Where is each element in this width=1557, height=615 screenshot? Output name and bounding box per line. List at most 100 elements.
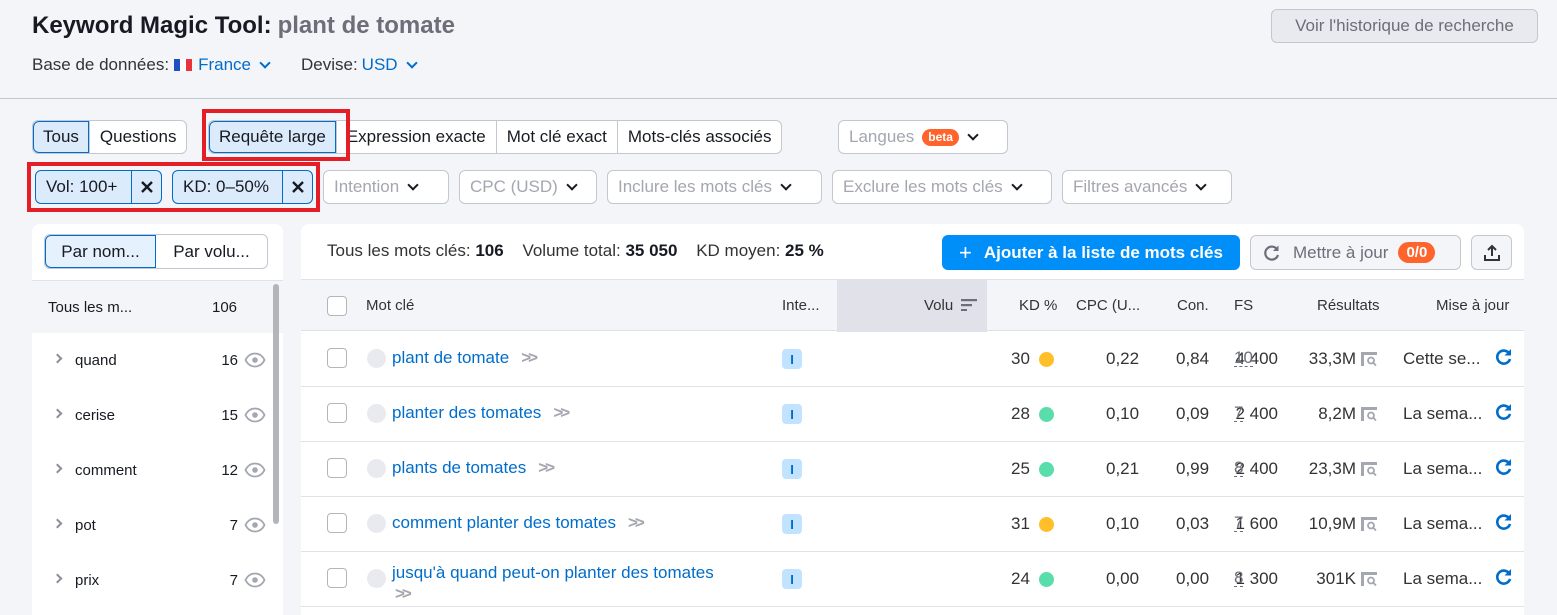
keyword-group-item[interactable]: quand 16 <box>32 333 272 388</box>
chevron-right-icon[interactable] <box>52 573 63 584</box>
last-update-value: La sema... <box>1403 569 1483 588</box>
results-cell: 23,3M <box>1309 459 1378 479</box>
keyword-link[interactable]: comment planter des tomates >> <box>392 513 645 533</box>
row-checkbox[interactable] <box>327 513 347 533</box>
refresh-icon[interactable] <box>1494 567 1514 587</box>
remove-filter-button[interactable] <box>132 171 161 203</box>
group-all-keywords[interactable]: Tous les m... 106 <box>32 281 283 333</box>
keyword-text: comment planter des tomates <box>392 513 616 532</box>
database-select[interactable]: France <box>198 55 271 75</box>
france-flag-icon <box>174 59 193 71</box>
serp-features-count[interactable]: 7 <box>1234 514 1244 532</box>
kd-cell: 25 <box>1011 459 1054 479</box>
dropdown-label: Inclure les mots clés <box>618 177 772 196</box>
keyword-overview-icon[interactable]: >> <box>628 513 645 532</box>
include-keywords-dropdown[interactable]: Inclure les mots clés <box>607 170 822 204</box>
row-checkbox[interactable] <box>327 403 347 423</box>
advanced-filters-dropdown[interactable]: Filtres avancés <box>1062 170 1232 204</box>
serp-features-count[interactable]: 8 <box>1234 459 1244 477</box>
serp-snapshot-icon[interactable] <box>1360 461 1378 477</box>
sort-icon <box>961 299 978 312</box>
update-count-badge: 0/0 <box>1398 242 1436 263</box>
eye-icon[interactable] <box>244 572 266 588</box>
kd-indicator-dot <box>1038 351 1054 367</box>
col-volume[interactable]: Volu <box>924 297 978 314</box>
keyword-overview-icon[interactable]: >> <box>395 584 412 603</box>
sort-by-name-tab[interactable]: Par nom... <box>45 235 156 268</box>
serp-features-count[interactable]: 8 <box>1234 569 1244 587</box>
kd-value: 25 <box>1011 459 1030 478</box>
refresh-icon[interactable] <box>1494 512 1514 532</box>
col-cpc[interactable]: CPC (U... <box>1076 297 1140 314</box>
cpc-dropdown[interactable]: CPC (USD) <box>459 170 597 204</box>
refresh-icon[interactable] <box>1494 402 1514 422</box>
keyword-link[interactable]: planter des tomates >> <box>392 403 570 423</box>
tab-broad-match[interactable]: Requête large <box>209 121 337 153</box>
sort-by-volume-tab[interactable]: Par volu... <box>156 235 267 268</box>
eye-icon[interactable] <box>244 352 266 368</box>
select-all-checkbox[interactable] <box>327 296 347 316</box>
tab-phrase-match[interactable]: Expression exacte <box>337 121 497 153</box>
page-scroll-gutter <box>1524 224 1557 615</box>
tab-tous[interactable]: Tous <box>33 121 90 153</box>
group-count: 16 <box>221 352 238 369</box>
serp-snapshot-icon[interactable] <box>1360 571 1378 587</box>
currency-select[interactable]: USD <box>362 55 418 75</box>
keyword-link[interactable]: plant de tomate >> <box>392 348 538 368</box>
refresh-icon[interactable] <box>1494 347 1514 367</box>
exclude-keywords-dropdown[interactable]: Exclure les mots clés <box>832 170 1052 204</box>
languages-dropdown[interactable]: Langues beta <box>838 120 1008 154</box>
refresh-icon <box>1264 245 1280 261</box>
col-updated[interactable]: Mise à jour <box>1436 297 1509 314</box>
chevron-right-icon[interactable] <box>52 353 63 364</box>
keyword-overview-icon[interactable]: >> <box>553 403 570 422</box>
row-checkbox[interactable] <box>327 458 347 478</box>
refresh-icon[interactable] <box>1494 457 1514 477</box>
total-volume-value: 35 050 <box>625 241 678 260</box>
last-update-value: Cette se... <box>1403 349 1481 368</box>
update-metrics-button[interactable]: Mettre à jour 0/0 <box>1250 235 1461 270</box>
serp-features-count[interactable]: 10 <box>1234 349 1253 367</box>
col-serp-features[interactable]: FS <box>1234 297 1253 314</box>
row-checkbox[interactable] <box>327 348 347 368</box>
col-results[interactable]: Résultats <box>1317 297 1380 314</box>
keyword-group-item[interactable]: pot 7 <box>32 498 272 553</box>
group-label: prix <box>75 572 100 589</box>
tab-exact-match[interactable]: Mot clé exact <box>497 121 618 153</box>
keyword-favicon-placeholder <box>367 514 386 533</box>
keyword-link[interactable]: plants de tomates >> <box>392 458 555 478</box>
keyword-groups-panel: Par nom... Par volu... Tous les m... 106… <box>32 224 283 615</box>
serp-snapshot-icon[interactable] <box>1360 406 1378 422</box>
row-checkbox[interactable] <box>327 568 347 588</box>
eye-icon[interactable] <box>244 462 266 478</box>
chevron-right-icon[interactable] <box>52 408 63 419</box>
eye-icon[interactable] <box>244 517 266 533</box>
group-label: cerise <box>75 407 116 424</box>
col-intent[interactable]: Inte... <box>782 297 820 314</box>
eye-icon[interactable] <box>244 407 266 423</box>
add-to-keyword-list-button[interactable]: + Ajouter à la liste de mots clés <box>942 235 1240 270</box>
chevron-right-icon[interactable] <box>52 463 63 474</box>
col-competition[interactable]: Con. <box>1177 297 1209 314</box>
serp-snapshot-icon[interactable] <box>1360 516 1378 532</box>
export-button[interactable] <box>1471 235 1512 270</box>
col-keyword[interactable]: Mot clé <box>366 297 414 314</box>
serp-snapshot-icon[interactable] <box>1360 351 1378 367</box>
serp-features-count[interactable]: 7 <box>1234 404 1244 422</box>
keyword-overview-icon[interactable]: >> <box>521 348 538 367</box>
keyword-link[interactable]: jusqu'à quand peut-on planter des tomate… <box>392 562 762 604</box>
total-keywords-label: Tous les mots clés: <box>327 241 471 260</box>
tab-related[interactable]: Mots-clés associés <box>618 121 782 153</box>
intent-dropdown[interactable]: Intention <box>323 170 449 204</box>
search-history-button[interactable]: Voir l'historique de recherche <box>1271 9 1538 43</box>
keyword-group-item[interactable]: cerise 15 <box>32 388 272 443</box>
remove-filter-button[interactable] <box>283 171 312 203</box>
keyword-group-item[interactable]: prix 7 <box>32 553 272 608</box>
chevron-right-icon[interactable] <box>52 518 63 529</box>
col-kd[interactable]: KD % <box>1019 297 1057 314</box>
keyword-overview-icon[interactable]: >> <box>538 458 555 477</box>
tab-questions[interactable]: Questions <box>90 121 187 153</box>
keyword-group-item[interactable]: comment 12 <box>32 443 272 498</box>
total-volume-label: Volume total: <box>522 241 621 260</box>
scrollbar[interactable] <box>273 284 279 524</box>
